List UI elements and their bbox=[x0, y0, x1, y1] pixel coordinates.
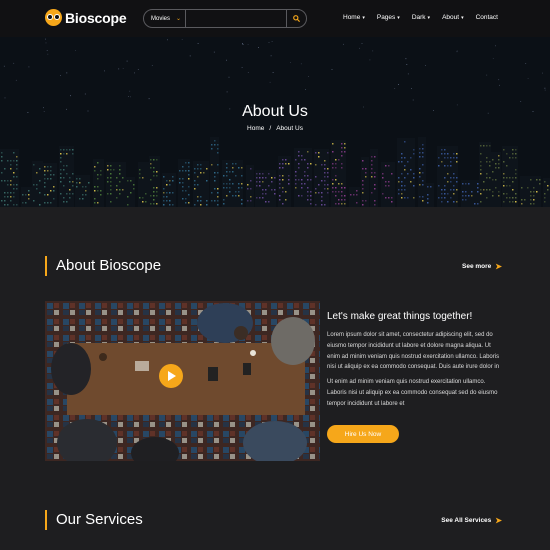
search-category-select[interactable]: Movies ⌄ bbox=[144, 10, 186, 27]
chevron-down-icon: ▾ bbox=[397, 14, 400, 21]
arrow-right-icon: ➤ bbox=[495, 262, 502, 271]
nav-item-contact[interactable]: Contact bbox=[476, 14, 498, 21]
nav-item-label: Pages bbox=[376, 14, 396, 21]
breadcrumb-current: About Us bbox=[276, 125, 303, 132]
team-meeting-image bbox=[45, 301, 320, 461]
breadcrumb: Home / About Us bbox=[0, 125, 550, 132]
about-paragraph-1: Lorem ipsum dolor sit amet, consectetur … bbox=[327, 332, 500, 371]
play-icon bbox=[168, 371, 176, 381]
section-accent-bar bbox=[45, 510, 47, 530]
search-category-label: Movies bbox=[151, 15, 171, 22]
about-section-title: About Bioscope bbox=[56, 257, 162, 274]
see-all-services-label: See All Services bbox=[441, 517, 492, 524]
about-section-header: About Bioscope See more ➤ bbox=[45, 256, 505, 276]
chevron-down-icon: ▾ bbox=[427, 14, 431, 21]
services-section-title: Our Services bbox=[56, 511, 143, 528]
search-button[interactable] bbox=[286, 10, 306, 27]
see-all-services-link[interactable]: See All Services ➤ bbox=[441, 516, 502, 525]
see-more-link[interactable]: See more ➤ bbox=[462, 262, 502, 271]
nav-item-dark[interactable]: Dark ▾ bbox=[412, 14, 430, 21]
top-navbar: Bioscope Movies ⌄ Home ▾ Pages ▾ Dark ▾ Abo… bbox=[0, 0, 550, 37]
play-video-button[interactable] bbox=[159, 364, 183, 388]
arrow-right-icon: ➤ bbox=[495, 516, 502, 525]
about-heading: Let's make great things together! bbox=[327, 311, 473, 322]
breadcrumb-home[interactable]: Home bbox=[247, 125, 264, 132]
chevron-down-icon: ⌄ bbox=[175, 16, 181, 22]
search-bar: Movies ⌄ bbox=[143, 9, 307, 28]
nav-item-label: About bbox=[442, 14, 460, 21]
chevron-down-icon: ▾ bbox=[461, 14, 464, 21]
brand-logo[interactable]: Bioscope bbox=[45, 9, 127, 26]
search-icon bbox=[293, 15, 300, 22]
chevron-down-icon: ▾ bbox=[362, 14, 365, 21]
nav-item-label: Contact bbox=[475, 14, 498, 21]
page-title: About Us bbox=[242, 103, 308, 120]
see-more-label: See more bbox=[462, 263, 492, 270]
services-section-header: Our Services See All Services ➤ bbox=[45, 510, 505, 530]
nav-item-label: Dark bbox=[411, 14, 426, 21]
about-content: Let's make great things together! Lorem … bbox=[327, 311, 505, 414]
page-hero: About Us Home / About Us bbox=[0, 37, 550, 207]
hire-us-button[interactable]: Hire Us Now bbox=[327, 425, 399, 443]
breadcrumb-separator: / bbox=[269, 125, 272, 132]
city-skyline-illustration bbox=[0, 37, 550, 207]
logo-owl-icon bbox=[45, 9, 62, 26]
search-input[interactable] bbox=[186, 10, 286, 27]
about-paragraph-2: Ut enim ad minim veniam quis nostrud exe… bbox=[327, 379, 498, 407]
nav-item-about[interactable]: About ▾ bbox=[442, 14, 464, 21]
section-accent-bar bbox=[45, 256, 47, 276]
nav-item-home[interactable]: Home ▾ bbox=[343, 14, 365, 21]
nav-item-label: Home bbox=[343, 14, 361, 21]
brand-name: Bioscope bbox=[65, 9, 127, 26]
main-nav: Home ▾ Pages ▾ Dark ▾ About ▾ Contact bbox=[343, 14, 498, 21]
nav-item-pages[interactable]: Pages ▾ bbox=[377, 14, 400, 21]
